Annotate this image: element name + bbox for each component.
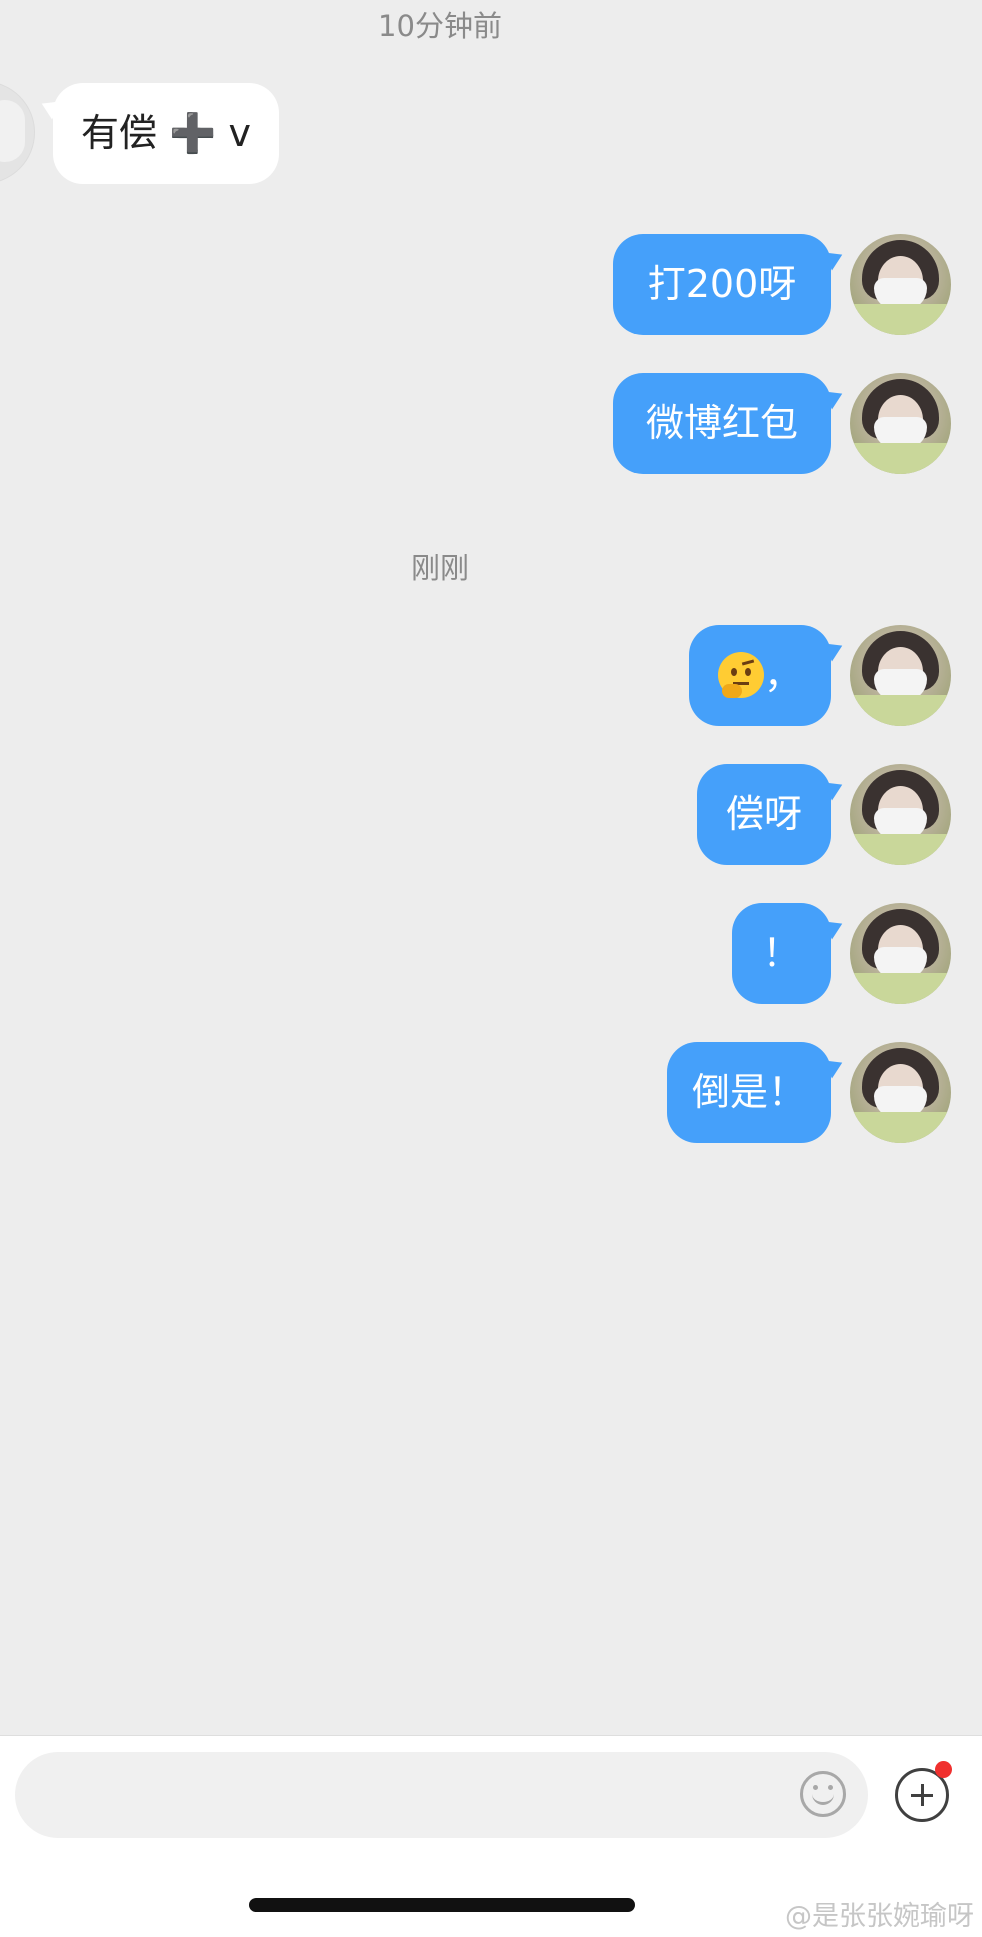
my-avatar[interactable] — [850, 625, 951, 726]
thinking-face-icon — [717, 651, 764, 698]
outgoing-message-bubble[interactable]: 偿呀 — [697, 764, 831, 865]
outgoing-message-bubble[interactable]: 微博红包 — [613, 373, 831, 474]
chat-message-list[interactable]: 10分钟前 有偿 ➕ v 打200呀 微博红包 刚刚 ， 偿呀 ！ 倒是！ — [0, 0, 982, 1735]
watermark: @是张张婉瑜呀 — [785, 1901, 974, 1932]
home-indicator[interactable] — [249, 1898, 635, 1912]
message-text: 打200呀 — [647, 262, 797, 306]
timestamp: 刚刚 — [410, 551, 469, 585]
message-text: 偿呀 — [725, 792, 802, 836]
avatar-silhouette-icon — [0, 100, 25, 162]
my-avatar[interactable] — [850, 764, 951, 865]
my-avatar[interactable] — [850, 903, 951, 1004]
notification-dot — [935, 1761, 952, 1778]
message-text: ！ — [762, 931, 801, 975]
message-text: 微博红包 — [645, 401, 798, 445]
my-avatar[interactable] — [850, 234, 951, 335]
outgoing-message-bubble[interactable]: ！ — [732, 903, 831, 1004]
contact-avatar[interactable] — [0, 81, 35, 184]
smiley-icon[interactable] — [800, 1771, 846, 1817]
my-avatar[interactable] — [850, 1042, 951, 1143]
incoming-message-bubble[interactable]: 有偿 ➕ v — [53, 83, 279, 184]
message-text: 有偿 ➕ v — [81, 111, 251, 155]
message-text: 倒是！ — [691, 1070, 806, 1114]
timestamp: 10分钟前 — [378, 9, 502, 43]
outgoing-message-bubble[interactable]: 打200呀 — [613, 234, 831, 335]
outgoing-message-bubble[interactable]: 倒是！ — [667, 1042, 831, 1143]
message-text: ， — [763, 653, 802, 697]
my-avatar[interactable] — [850, 373, 951, 474]
message-input-bar: @是张张婉瑜呀 — [0, 1735, 982, 1937]
message-input[interactable] — [15, 1752, 868, 1838]
outgoing-message-bubble[interactable]: ， — [689, 625, 831, 726]
